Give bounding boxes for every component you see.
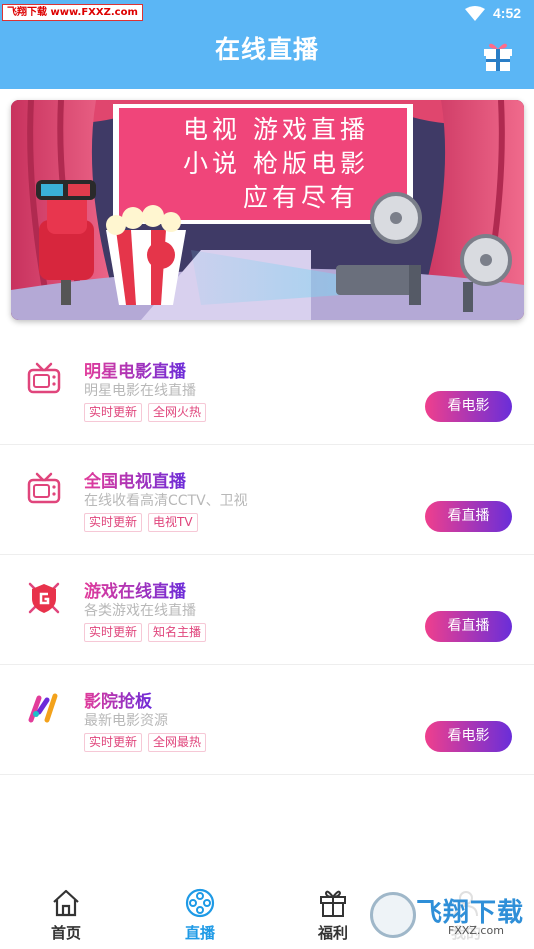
tag-row: 实时更新 知名主播 — [84, 623, 207, 642]
list-item-cinema[interactable]: 影院抢板 最新电影资源 实时更新 全网最热 看电影 — [0, 665, 534, 775]
gift-icon — [320, 890, 346, 917]
tag: 电视TV — [148, 513, 198, 532]
item-description: 各类游戏在线直播 — [84, 603, 196, 619]
tag: 全网最热 — [148, 733, 207, 752]
tag-row: 实时更新 电视TV — [84, 513, 198, 532]
item-description: 明星电影在线直播 — [84, 383, 196, 399]
promo-banner[interactable]: 电视 游戏直播 小说 枪版电影 应有尽有 — [11, 100, 524, 320]
watermark-logo: 飞翔下载 FXXZ.com — [368, 888, 524, 944]
tag: 全网火热 — [148, 403, 207, 422]
item-description: 在线收看高清CCTV、卫视 — [84, 493, 248, 509]
status-time: 4:52 — [493, 5, 522, 21]
tag: 实时更新 — [84, 623, 143, 642]
status-bar: 飞翔下载 www.FXXZ.com 4:52 — [0, 0, 534, 28]
wifi-signal-icon — [465, 6, 485, 21]
home-icon — [53, 889, 79, 917]
watermark-circle-icon — [370, 892, 416, 938]
banner-text-line: 应有尽有 — [243, 183, 360, 212]
watermark-label: 飞翔下载 www.FXXZ.com — [2, 4, 143, 21]
tag: 实时更新 — [84, 733, 143, 752]
game-shield-icon — [28, 582, 60, 614]
tag-row: 实时更新 全网最热 — [84, 733, 207, 752]
cinema-logo-icon — [28, 693, 58, 723]
watch-movie-button[interactable]: 看电影 — [425, 721, 512, 752]
tag: 实时更新 — [84, 403, 143, 422]
watch-live-button[interactable]: 看直播 — [425, 501, 512, 532]
banner-text-line: 电视 游戏直播 — [183, 115, 369, 144]
nav-item-home[interactable]: 首页 — [26, 880, 106, 949]
watermark-subtext: FXXZ.com — [448, 924, 504, 937]
list-item-game-live[interactable]: 游戏在线直播 各类游戏在线直播 实时更新 知名主播 看直播 — [0, 555, 534, 665]
item-description: 最新电影资源 — [84, 713, 168, 729]
list-item-star-movie[interactable]: 明星电影直播 明星电影在线直播 实时更新 全网火热 看电影 — [0, 335, 534, 445]
tv-icon — [27, 472, 61, 504]
nav-item-live[interactable]: 直播 — [160, 880, 240, 949]
tag: 知名主播 — [148, 623, 207, 642]
item-title: 影院抢板 — [84, 687, 152, 712]
item-title: 明星电影直播 — [84, 357, 186, 382]
page-title: 在线直播 — [214, 35, 319, 64]
watch-movie-button[interactable]: 看电影 — [425, 391, 512, 422]
nav-label: 直播 — [184, 924, 215, 942]
tag-row: 实时更新 全网火热 — [84, 403, 207, 422]
nav-label: 首页 — [50, 924, 81, 942]
banner-text-line: 小说 枪版电影 — [183, 149, 369, 178]
watch-live-button[interactable]: 看直播 — [425, 611, 512, 642]
channel-list: 明星电影直播 明星电影在线直播 实时更新 全网火热 看电影 全国电视直播 在线收… — [0, 335, 534, 775]
gift-box-icon[interactable] — [481, 39, 515, 73]
list-item-national-tv[interactable]: 全国电视直播 在线收看高清CCTV、卫视 实时更新 电视TV 看直播 — [0, 445, 534, 555]
app-header: 飞翔下载 www.FXXZ.com 4:52 在线直播 — [0, 0, 534, 89]
nav-label: 福利 — [317, 924, 348, 942]
film-reel-icon — [185, 888, 215, 918]
item-title: 全国电视直播 — [84, 467, 186, 492]
tag: 实时更新 — [84, 513, 143, 532]
tv-icon — [27, 362, 61, 394]
item-title: 游戏在线直播 — [84, 577, 186, 602]
nav-item-welfare[interactable]: 福利 — [293, 880, 373, 949]
